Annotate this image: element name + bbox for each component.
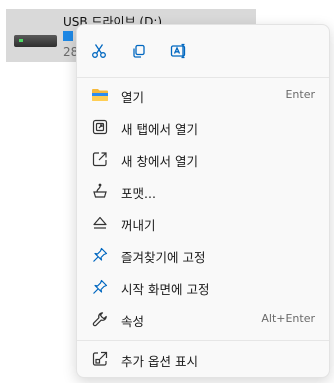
wrench-icon — [91, 310, 109, 328]
folder-icon — [91, 86, 109, 104]
eject-icon — [91, 214, 109, 232]
open-new-window-icon — [91, 150, 109, 168]
usb-drive-icon — [14, 35, 57, 47]
menu-item-shortcut: Alt+Enter — [261, 312, 315, 325]
menu-item-open-new-tab[interactable]: 새 탭에서 열기 — [81, 112, 325, 142]
cut-button[interactable] — [85, 38, 113, 64]
pin-icon — [91, 246, 109, 264]
menu-item-shortcut: Enter — [285, 88, 315, 101]
menu-item-label: 꺼내기 — [121, 218, 156, 233]
copy-icon — [131, 43, 147, 59]
menu-item-label: 속성 — [121, 314, 145, 329]
menu-item-label: 새 창에서 열기 — [121, 154, 198, 169]
copy-button[interactable] — [125, 38, 153, 64]
menu-item-pin-to-start[interactable]: 시작 화면에 고정 — [81, 272, 325, 302]
menu-item-label: 열기 — [121, 90, 145, 105]
menu-item-properties[interactable]: 속성 Alt+Enter — [81, 304, 325, 334]
quick-actions-bar — [77, 25, 329, 77]
show-more-icon — [91, 350, 109, 368]
pin-icon — [91, 278, 109, 296]
open-new-tab-icon — [91, 118, 109, 136]
menu-item-open-new-window[interactable]: 새 창에서 열기 — [81, 144, 325, 174]
menu-item-show-more-options[interactable]: 추가 옵션 표시 — [81, 344, 325, 374]
menu-item-label: 시작 화면에 고정 — [121, 282, 210, 297]
drive-usage-bar — [63, 31, 73, 41]
format-icon — [91, 182, 109, 200]
context-menu: 열기 Enter 새 탭에서 열기 새 창에서 열기 포맷... 꺼내기 즐겨찾… — [76, 24, 330, 378]
menu-item-label: 새 탭에서 열기 — [121, 122, 198, 137]
menu-item-eject[interactable]: 꺼내기 — [81, 208, 325, 238]
menu-item-label: 포맷... — [121, 186, 156, 201]
menu-separator — [77, 77, 329, 78]
rename-icon — [170, 43, 188, 59]
menu-item-label: 즐겨찾기에 고정 — [121, 250, 206, 265]
menu-item-pin-to-quick-access[interactable]: 즐겨찾기에 고정 — [81, 240, 325, 270]
menu-item-label: 추가 옵션 표시 — [121, 354, 198, 369]
rename-button[interactable] — [165, 38, 193, 64]
menu-item-open[interactable]: 열기 Enter — [81, 80, 325, 110]
menu-separator — [77, 340, 329, 341]
menu-item-format[interactable]: 포맷... — [81, 176, 325, 206]
scissors-icon — [91, 43, 107, 59]
